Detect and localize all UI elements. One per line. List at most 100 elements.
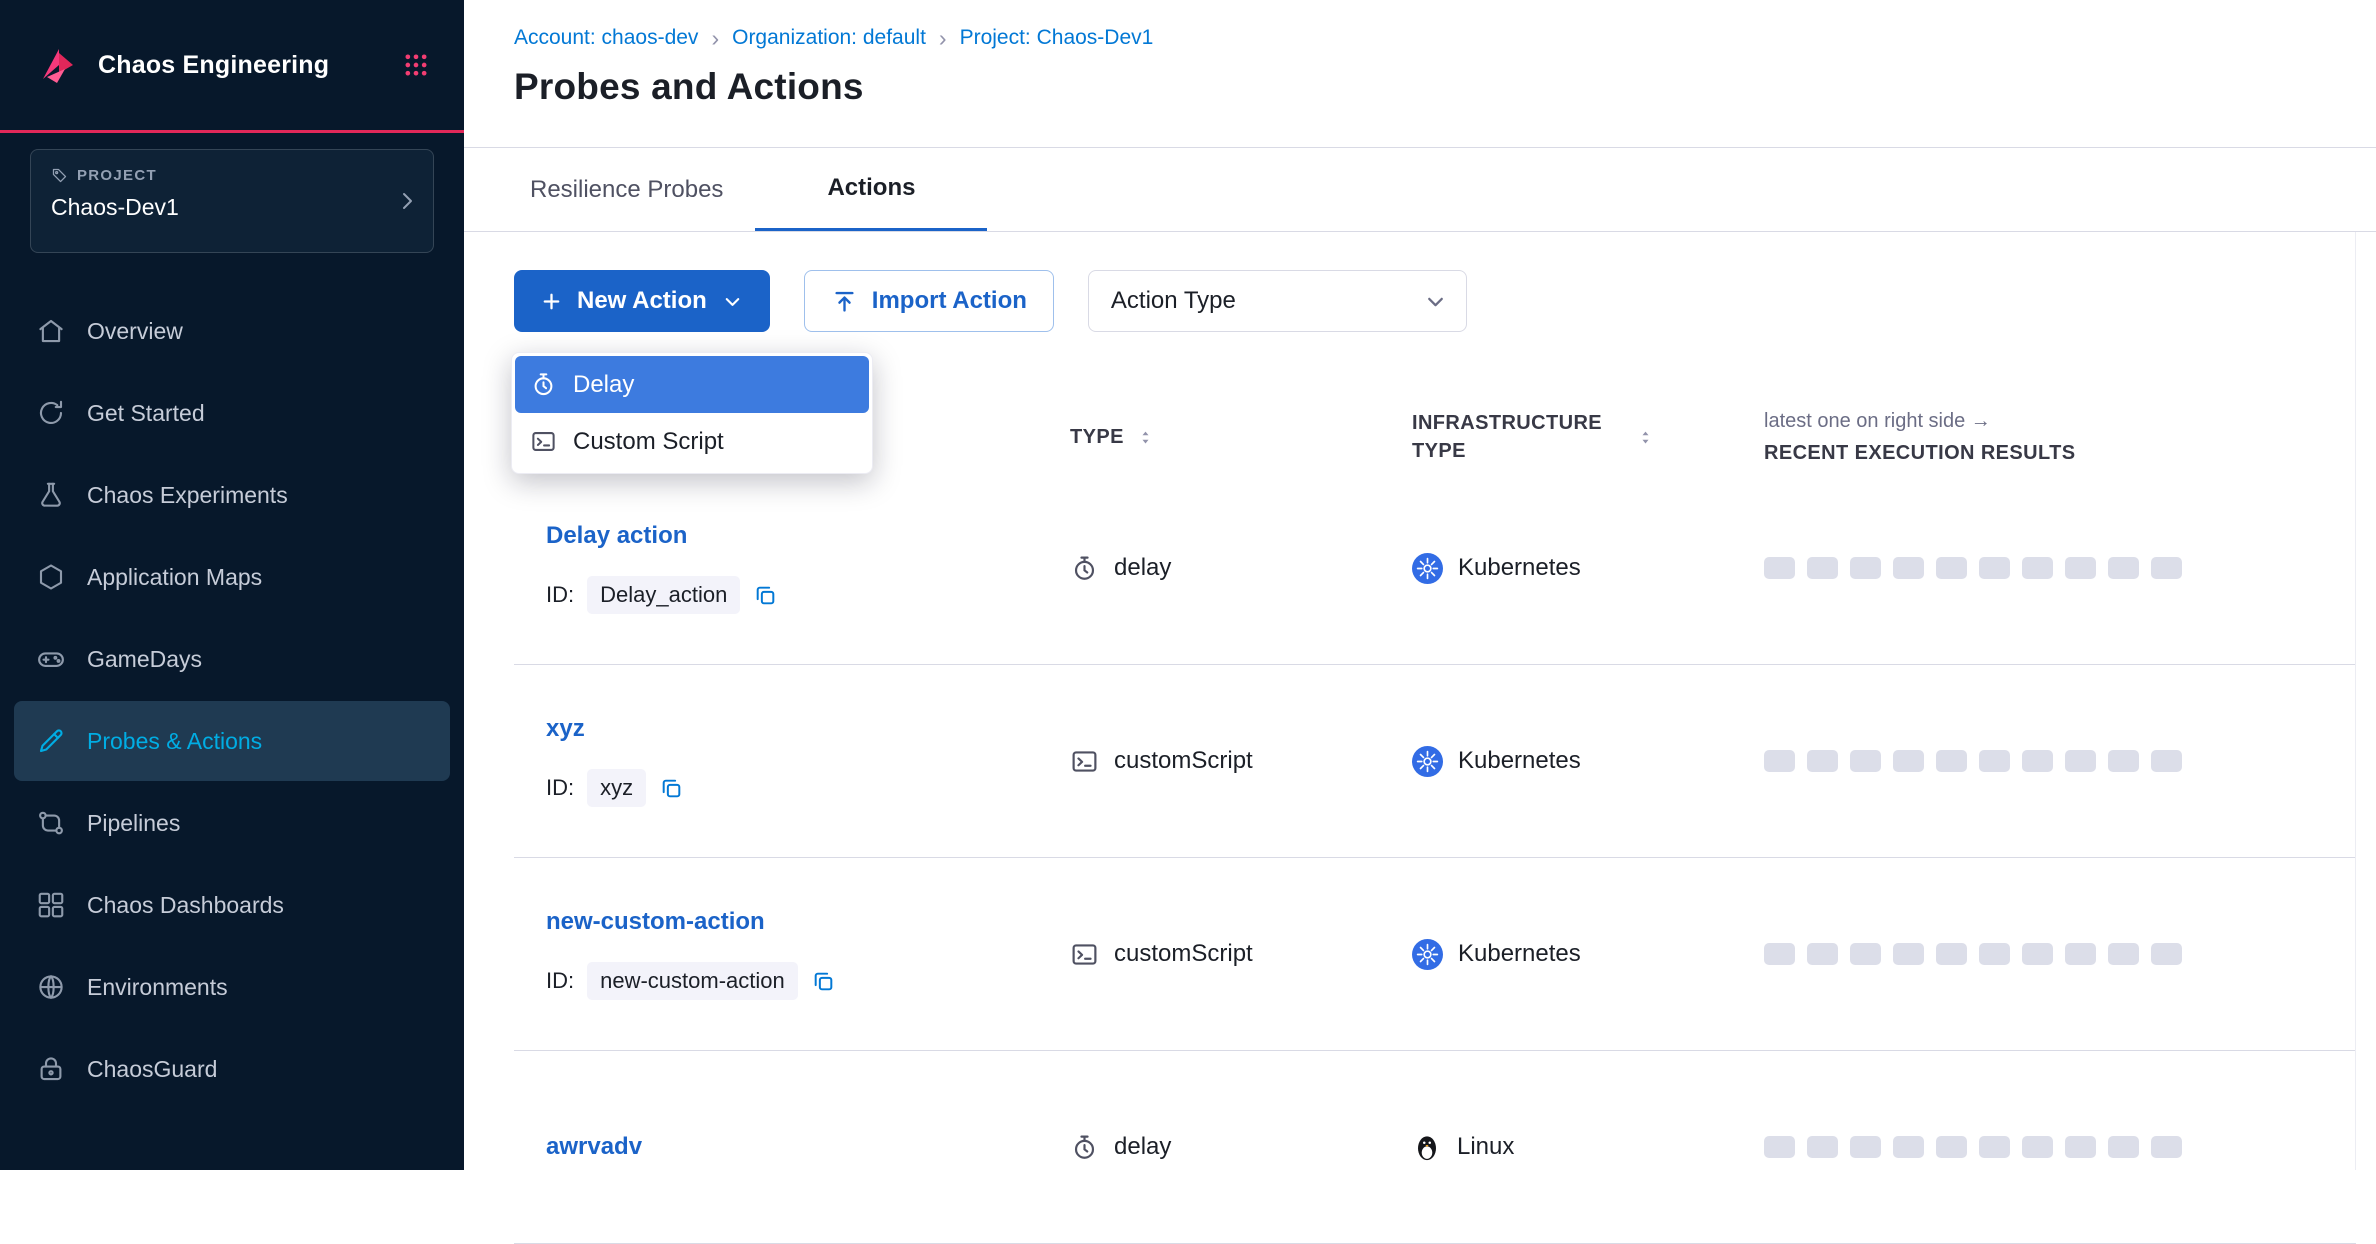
execution-results — [1764, 1136, 2356, 1158]
tab-actions[interactable]: Actions — [755, 148, 987, 231]
upload-icon — [831, 288, 858, 315]
execution-result-placeholder — [2022, 1136, 2053, 1158]
menu-item-custom-script[interactable]: Custom Script — [515, 413, 869, 470]
flask-icon — [36, 480, 66, 510]
pipeline-icon — [36, 808, 66, 838]
plus-icon — [540, 290, 563, 313]
timer-icon — [530, 371, 557, 398]
action-id-value: new-custom-action — [587, 962, 798, 1000]
project-label: PROJECT — [77, 167, 157, 184]
recent-results-column-header: latest one on right side → RECENT EXECUT… — [1764, 410, 2356, 465]
execution-result-placeholder — [1807, 557, 1838, 579]
execution-result-placeholder — [2065, 750, 2096, 772]
copy-icon[interactable] — [811, 969, 836, 994]
breadcrumb-link-organization-default[interactable]: Organization: default — [732, 26, 926, 50]
home-icon — [36, 316, 66, 346]
sidebar-item-chaos-experiments[interactable]: Chaos Experiments — [14, 455, 450, 535]
execution-result-placeholder — [2151, 557, 2182, 579]
new-action-button[interactable]: New Action — [514, 270, 770, 332]
action-type-filter[interactable]: Action Type — [1088, 270, 1467, 332]
sidebar-item-chaos-dashboards[interactable]: Chaos Dashboards — [14, 865, 450, 945]
execution-result-placeholder — [1936, 943, 1967, 965]
breadcrumb-link-account-chaos-dev[interactable]: Account: chaos-dev — [514, 26, 698, 50]
execution-result-placeholder — [1893, 1136, 1924, 1158]
sidebar-item-environments[interactable]: Environments — [14, 947, 450, 1027]
action-name-link[interactable]: awrvadv — [546, 1133, 1070, 1161]
action-name-link[interactable]: new-custom-action — [546, 908, 1070, 936]
action-type-cell: delay — [1070, 1133, 1412, 1162]
sidebar-header: Chaos Engineering — [0, 0, 464, 133]
execution-result-placeholder — [1807, 1136, 1838, 1158]
action-id: ID: xyz — [546, 769, 1070, 807]
module-switcher-grid-icon[interactable] — [402, 51, 430, 79]
execution-result-placeholder — [1893, 750, 1924, 772]
sidebar-item-chaosguard[interactable]: ChaosGuard — [14, 1029, 450, 1109]
new-action-menu: Delay Custom Script — [511, 352, 873, 474]
execution-result-placeholder — [2151, 943, 2182, 965]
execution-result-placeholder — [2065, 1136, 2096, 1158]
action-type-value: customScript — [1114, 747, 1253, 775]
sidebar-item-label: Probes & Actions — [87, 728, 262, 755]
action-name-link[interactable]: xyz — [546, 715, 1070, 743]
execution-result-placeholder — [2022, 943, 2053, 965]
gamepad-icon — [36, 644, 66, 674]
sidebar-item-application-maps[interactable]: Application Maps — [14, 537, 450, 617]
execution-result-placeholder — [1764, 750, 1795, 772]
execution-result-placeholder — [1850, 750, 1881, 772]
action-id: ID: Delay_action — [546, 576, 1070, 614]
action-id-value: Delay_action — [587, 576, 740, 614]
page-title: Probes and Actions — [514, 66, 2376, 108]
infrastructure-cell: Kubernetes — [1412, 746, 1764, 777]
infrastructure-cell: Kubernetes — [1412, 553, 1764, 584]
execution-result-placeholder — [1936, 1136, 1967, 1158]
execution-result-placeholder — [2108, 750, 2139, 772]
menu-item-delay[interactable]: Delay — [515, 356, 869, 413]
execution-result-placeholder — [2065, 943, 2096, 965]
breadcrumb-link-project-chaos-dev1[interactable]: Project: Chaos-Dev1 — [960, 26, 1154, 50]
kubernetes-icon — [1412, 939, 1443, 970]
id-label: ID: — [546, 968, 574, 994]
new-action-button-label: New Action — [577, 287, 707, 315]
sidebar-item-label: Overview — [87, 318, 183, 345]
sidebar-item-probes-actions[interactable]: Probes & Actions — [14, 701, 450, 781]
execution-result-placeholder — [1764, 943, 1795, 965]
infrastructure-cell: Linux — [1412, 1132, 1764, 1162]
sidebar-item-label: Environments — [87, 974, 228, 1001]
sidebar-item-label: Application Maps — [87, 564, 262, 591]
sidebar-item-get-started[interactable]: Get Started — [14, 373, 450, 453]
sort-icon[interactable] — [1136, 428, 1155, 447]
execution-result-placeholder — [1807, 943, 1838, 965]
infrastructure-value: Kubernetes — [1458, 554, 1581, 582]
sidebar-item-overview[interactable]: Overview — [14, 291, 450, 371]
breadcrumb: Account: chaos-dev›Organization: default… — [464, 0, 2376, 50]
table-row-delay-action: Delay action ID: Delay_action delay Kube… — [514, 472, 2356, 665]
import-action-button-label: Import Action — [872, 287, 1027, 315]
execution-results — [1764, 750, 2356, 772]
tab-label: Actions — [827, 174, 915, 202]
sidebar-nav: Overview Get Started Chaos Experiments A… — [0, 291, 464, 1109]
execution-result-placeholder — [1764, 1136, 1795, 1158]
tag-icon — [51, 167, 68, 184]
copy-icon[interactable] — [659, 776, 684, 801]
copy-icon[interactable] — [753, 583, 778, 608]
tab-resilience-probes[interactable]: Resilience Probes — [520, 148, 733, 231]
script-icon — [1070, 747, 1099, 776]
chevron-right-icon — [395, 189, 419, 213]
action-name-link[interactable]: Delay action — [546, 522, 1070, 550]
execution-result-placeholder — [1979, 943, 2010, 965]
execution-result-placeholder — [1936, 750, 1967, 772]
sidebar-item-gamedays[interactable]: GameDays — [14, 619, 450, 699]
execution-result-placeholder — [2151, 750, 2182, 772]
project-selector[interactable]: PROJECT Chaos-Dev1 — [30, 149, 434, 253]
sidebar-item-pipelines[interactable]: Pipelines — [14, 783, 450, 863]
action-type-cell: delay — [1070, 554, 1412, 583]
sidebar-item-label: ChaosGuard — [87, 1056, 217, 1083]
sort-icon[interactable] — [1636, 428, 1655, 447]
execution-result-placeholder — [1807, 750, 1838, 772]
script-icon — [530, 428, 557, 455]
menu-item-label: Delay — [573, 371, 634, 399]
execution-result-placeholder — [2022, 557, 2053, 579]
import-action-button[interactable]: Import Action — [804, 270, 1054, 332]
app-title: Chaos Engineering — [98, 51, 329, 80]
restart-icon — [36, 398, 66, 428]
